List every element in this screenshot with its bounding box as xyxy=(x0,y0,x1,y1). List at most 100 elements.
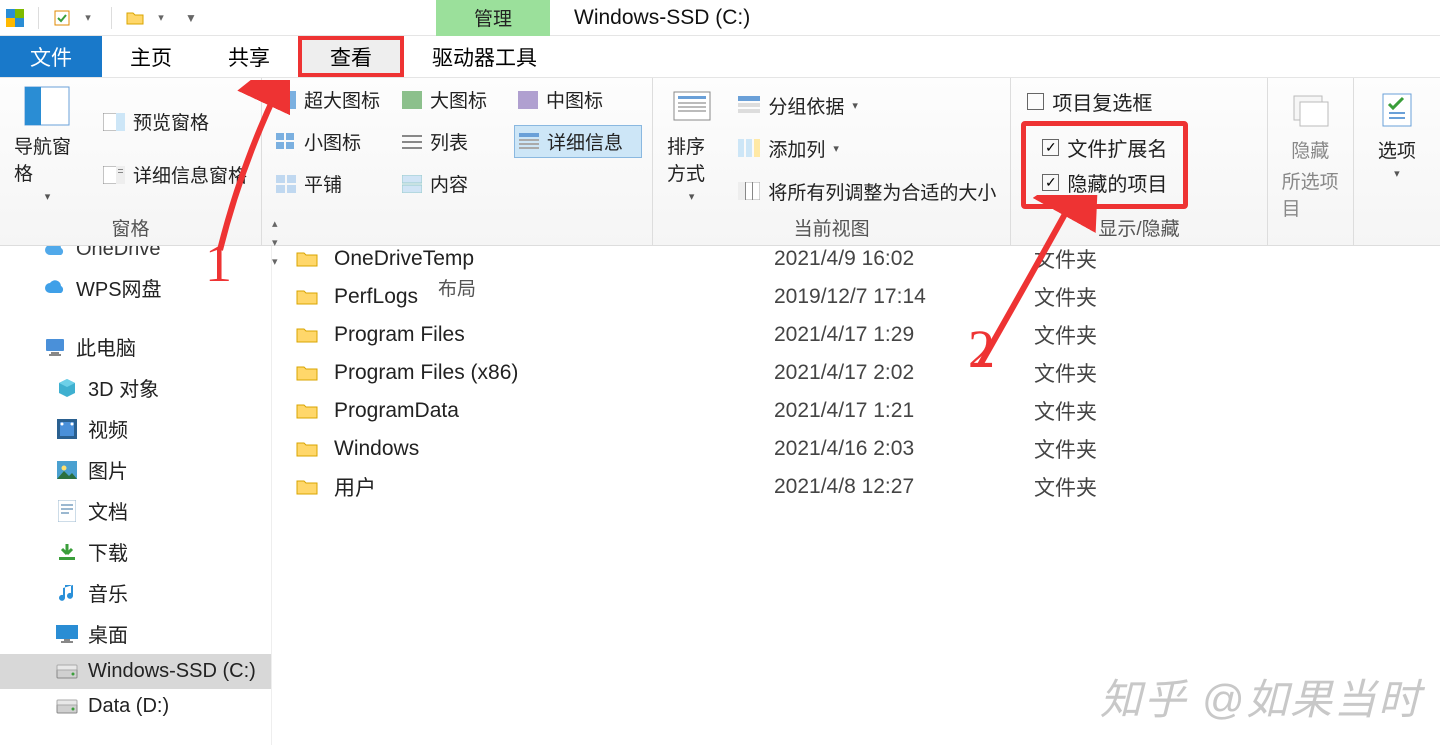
annotation-box-2: ✓ 文件扩展名 ✓ 隐藏的项目 xyxy=(1021,121,1188,209)
folder-icon xyxy=(296,440,320,458)
file-name: Program Files (x86) xyxy=(334,361,774,385)
file-name: ProgramData xyxy=(334,399,774,423)
file-row[interactable]: 用户2021/4/8 12:27文件夹 xyxy=(272,468,1440,506)
layout-xl-icons[interactable]: 超大图标 xyxy=(272,84,392,115)
layout-m-icons[interactable]: 中图标 xyxy=(514,84,642,115)
layout-details[interactable]: 详细信息 xyxy=(514,125,642,158)
ribbon-group-layout: 超大图标 大图标 中图标 小图标 列表 详细信息 平铺 内容 ▴ ▾ ▾ 布局 xyxy=(262,78,653,245)
file-row[interactable]: Program Files2021/4/17 1:29文件夹 xyxy=(272,316,1440,354)
checkbox-file-extensions[interactable]: ✓ 文件扩展名 xyxy=(1036,130,1173,165)
tiles-icon xyxy=(276,175,296,193)
folder-icon xyxy=(296,288,320,306)
checkbox-item-checkboxes[interactable]: 项目复选框 xyxy=(1021,84,1188,119)
tree-item[interactable]: 文档 xyxy=(0,490,271,531)
tab-view[interactable]: 查看 xyxy=(298,36,404,77)
sort-by-button[interactable]: 排序方式 ▾ xyxy=(663,84,720,212)
file-type: 文件夹 xyxy=(1034,244,1097,274)
chevron-down-icon[interactable]: ▾ xyxy=(152,9,170,27)
group-label-showhide: 显示/隐藏 xyxy=(1021,212,1256,243)
tree-item-label: 音乐 xyxy=(88,578,128,607)
video-icon xyxy=(56,418,78,440)
qat-customise-icon[interactable]: ▼ xyxy=(182,9,200,27)
file-date: 2021/4/17 1:29 xyxy=(774,323,1034,347)
ribbon-group-currentview: 排序方式 ▾ 分组依据 ▾ 添加列 ▾ 将所有列调整为合适的大小 xyxy=(653,78,1011,245)
tree-item[interactable]: 音乐 xyxy=(0,572,271,613)
folder-icon xyxy=(296,364,320,382)
file-row[interactable]: ProgramData2021/4/17 1:21文件夹 xyxy=(272,392,1440,430)
tree-item-label: WPS网盘 xyxy=(76,273,162,302)
tree-item-label: OneDrive xyxy=(76,246,160,261)
tree-item[interactable]: Windows-SSD (C:) xyxy=(0,654,271,689)
cloud-icon xyxy=(44,277,66,299)
checkbox-icon: ✓ xyxy=(1042,139,1059,156)
add-columns-icon xyxy=(738,139,760,157)
file-name: PerfLogs xyxy=(334,285,774,309)
tab-file[interactable]: 文件 xyxy=(0,36,102,77)
preview-pane-button[interactable]: 预览窗格 xyxy=(99,106,251,137)
tree-item-label: 视频 xyxy=(88,414,128,443)
tree-item[interactable]: Data (D:) xyxy=(0,689,271,724)
layout-list[interactable]: 列表 xyxy=(398,125,508,158)
context-tab-manage[interactable]: 管理 xyxy=(436,0,550,36)
preview-pane-icon xyxy=(103,113,125,131)
file-date: 2021/4/16 2:03 xyxy=(774,437,1034,461)
sort-icon xyxy=(668,84,716,128)
tree-item[interactable]: 视频 xyxy=(0,408,271,449)
file-row[interactable]: Windows2021/4/16 2:03文件夹 xyxy=(272,430,1440,468)
navigation-tree[interactable]: OneDrive WPS网盘此电脑3D 对象视频图片文档下载音乐桌面Windows… xyxy=(0,246,272,745)
content-icon xyxy=(402,175,422,193)
layout-l-icons[interactable]: 大图标 xyxy=(398,84,508,115)
navigation-pane-button[interactable]: 导航窗格 ▾ xyxy=(10,84,85,212)
tree-item[interactable]: 此电脑 xyxy=(0,326,271,367)
chevron-down-icon: ▾ xyxy=(689,190,695,203)
tree-item[interactable]: 桌面 xyxy=(0,613,271,654)
file-list[interactable]: OneDriveTemp2021/4/9 16:02文件夹PerfLogs201… xyxy=(272,246,1440,745)
tree-item-label: 下载 xyxy=(88,537,128,566)
group-by-icon xyxy=(738,96,760,114)
add-columns-button[interactable]: 添加列 ▾ xyxy=(734,133,1000,164)
tab-drive-tools[interactable]: 驱动器工具 xyxy=(404,36,565,77)
small-icons-icon xyxy=(276,133,296,151)
details-pane-button[interactable]: 详细信息窗格 xyxy=(99,159,251,190)
music-icon xyxy=(56,582,78,604)
folder-icon[interactable] xyxy=(126,9,144,27)
tab-share[interactable]: 共享 xyxy=(200,36,298,77)
layout-content[interactable]: 内容 xyxy=(398,168,508,199)
ribbon-group-showhide: 项目复选框 ✓ 文件扩展名 ✓ 隐藏的项目 显示/隐藏 xyxy=(1011,78,1267,245)
tree-item[interactable]: WPS网盘 xyxy=(0,267,271,308)
chevron-down-icon[interactable]: ▾ xyxy=(79,9,97,27)
layout-s-icons[interactable]: 小图标 xyxy=(272,125,392,158)
hide-selected-button[interactable]: 隐藏 所选项目 xyxy=(1278,88,1343,221)
tree-item[interactable]: 下载 xyxy=(0,531,271,572)
file-row[interactable]: PerfLogs2019/12/7 17:14文件夹 xyxy=(272,278,1440,316)
tree-item[interactable]: 图片 xyxy=(0,449,271,490)
file-type: 文件夹 xyxy=(1034,358,1097,388)
pc-icon xyxy=(44,336,66,358)
ribbon-view: 导航窗格 ▾ 预览窗格 详细信息窗格 窗格 超大图标 大图标 中图标 xyxy=(0,78,1440,246)
folder-icon xyxy=(296,326,320,344)
file-row[interactable]: OneDriveTemp2021/4/9 16:02文件夹 xyxy=(272,240,1440,278)
file-row[interactable]: Program Files (x86)2021/4/17 2:02文件夹 xyxy=(272,354,1440,392)
layout-tiles[interactable]: 平铺 xyxy=(272,168,392,199)
checkbox-hidden-items[interactable]: ✓ 隐藏的项目 xyxy=(1036,165,1173,200)
size-all-columns-button[interactable]: 将所有列调整为合适的大小 xyxy=(734,176,1000,207)
group-by-button[interactable]: 分组依据 ▾ xyxy=(734,90,1000,121)
properties-icon[interactable] xyxy=(53,9,71,27)
tab-home[interactable]: 主页 xyxy=(102,36,200,77)
navigation-pane-label: 导航窗格 xyxy=(14,132,81,186)
options-button[interactable]: 选项 ▾ xyxy=(1364,88,1430,180)
file-type: 文件夹 xyxy=(1034,434,1097,464)
tree-item[interactable]: 3D 对象 xyxy=(0,367,271,408)
pictures-icon xyxy=(56,459,78,481)
file-type: 文件夹 xyxy=(1034,282,1097,312)
tree-item[interactable]: OneDrive xyxy=(0,246,271,267)
hide-selected-icon xyxy=(1286,88,1334,132)
file-date: 2019/12/7 17:14 xyxy=(774,285,1034,309)
file-type: 文件夹 xyxy=(1034,472,1097,502)
folder-icon xyxy=(296,250,320,268)
details-icon xyxy=(519,133,539,151)
file-date: 2021/4/9 16:02 xyxy=(774,247,1034,271)
scroll-up-icon[interactable]: ▴ xyxy=(272,217,278,230)
divider xyxy=(38,7,39,29)
file-name: Windows xyxy=(334,437,774,461)
